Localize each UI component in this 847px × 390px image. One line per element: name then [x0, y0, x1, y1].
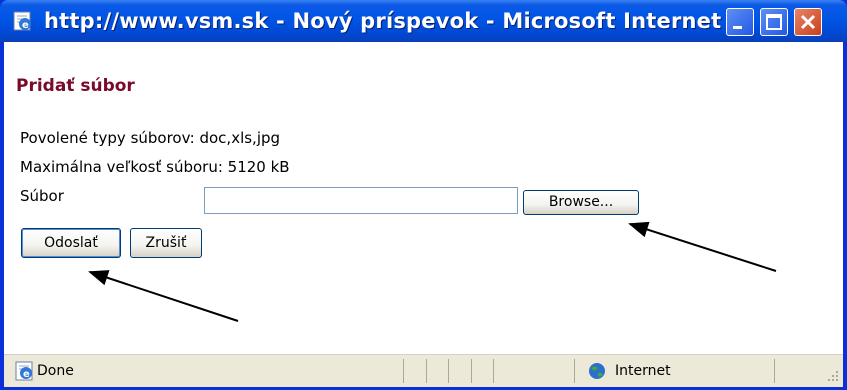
browser-window: e http://www.vsm.sk - Nový príspevok - M… — [0, 0, 847, 390]
arrow-to-submit — [88, 270, 239, 322]
annotation-arrows — [88, 221, 777, 322]
arrow-to-browse — [628, 221, 777, 272]
